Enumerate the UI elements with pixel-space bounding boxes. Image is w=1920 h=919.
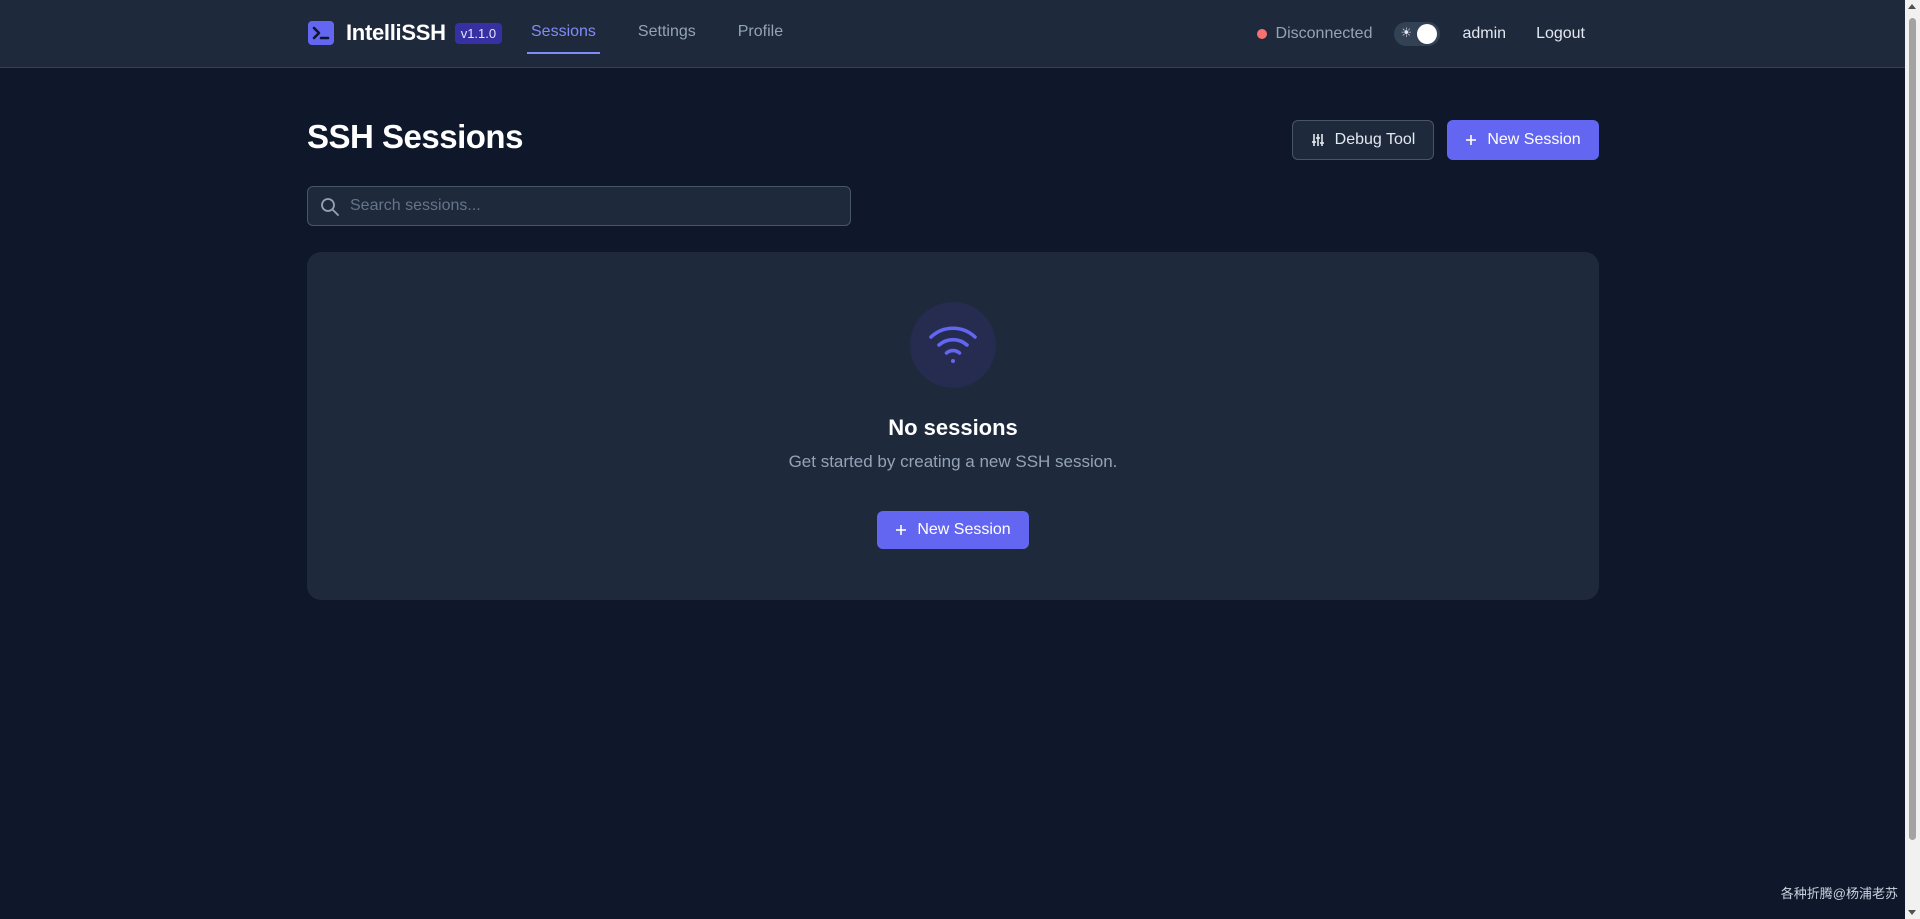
plus-icon: [1465, 134, 1477, 146]
top-navbar: IntelliSSH v1.1.0 Sessions Settings Prof…: [0, 0, 1905, 68]
username: admin: [1462, 25, 1507, 42]
nav-link-sessions[interactable]: Sessions: [527, 0, 600, 54]
search-icon: [320, 197, 340, 222]
watermark: 各种折腾@杨浦老苏: [1780, 886, 1898, 901]
search-box: [307, 186, 851, 226]
terminal-icon: [308, 21, 334, 45]
empty-state-subtitle: Get started by creating a new SSH sessio…: [788, 452, 1118, 471]
debug-tool-label: Debug Tool: [1334, 131, 1416, 148]
theme-toggle[interactable]: ☀: [1394, 22, 1441, 46]
connection-status: Disconnected: [1256, 25, 1373, 43]
status-text: Disconnected: [1275, 25, 1373, 42]
logout-button[interactable]: Logout: [1536, 25, 1585, 43]
main-nav: Sessions Settings Profile: [527, 0, 821, 68]
sun-icon: ☀: [1400, 25, 1413, 40]
page-title: SSH Sessions: [307, 118, 523, 155]
nav-link-settings[interactable]: Settings: [634, 0, 700, 54]
status-dot: [1256, 29, 1267, 39]
empty-new-session-button[interactable]: New Session: [877, 511, 1029, 549]
sliders-icon: [1311, 133, 1325, 147]
brand[interactable]: IntelliSSH v1.1.0: [308, 20, 503, 46]
app-name: IntelliSSH: [346, 20, 446, 45]
search-input[interactable]: [350, 187, 840, 225]
scroll-thumb[interactable]: [1909, 18, 1916, 840]
toggle-knob: [1417, 24, 1438, 44]
vertical-scrollbar[interactable]: [1905, 0, 1920, 919]
scroll-up-arrow[interactable]: [1908, 4, 1916, 9]
navbar-right: Disconnected ☀ admin Logout: [1256, 0, 1585, 68]
nav-link-profile[interactable]: Profile: [734, 0, 787, 54]
wifi-icon: [910, 302, 996, 388]
empty-state-title: No sessions: [888, 415, 1018, 440]
new-session-button[interactable]: New Session: [1447, 120, 1599, 160]
debug-tool-button[interactable]: Debug Tool: [1292, 120, 1434, 160]
empty-state-card: No sessions Get started by creating a ne…: [307, 252, 1599, 600]
scroll-down-arrow[interactable]: [1908, 910, 1916, 915]
new-session-label: New Session: [1487, 131, 1581, 148]
version-badge: v1.1.0: [454, 22, 503, 44]
empty-new-session-label: New Session: [917, 521, 1011, 538]
plus-icon: [895, 524, 907, 536]
